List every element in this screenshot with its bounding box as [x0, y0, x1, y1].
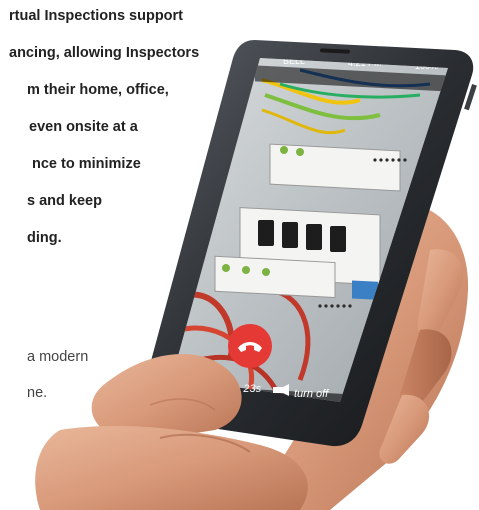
hangup-button[interactable]: [228, 324, 272, 368]
video-toggle-label: turn off: [294, 388, 329, 400]
hand-base: [35, 425, 308, 510]
hand-phone-illustration: BELL 4:21 PM 100% 1m 23s turn off: [35, 40, 477, 510]
